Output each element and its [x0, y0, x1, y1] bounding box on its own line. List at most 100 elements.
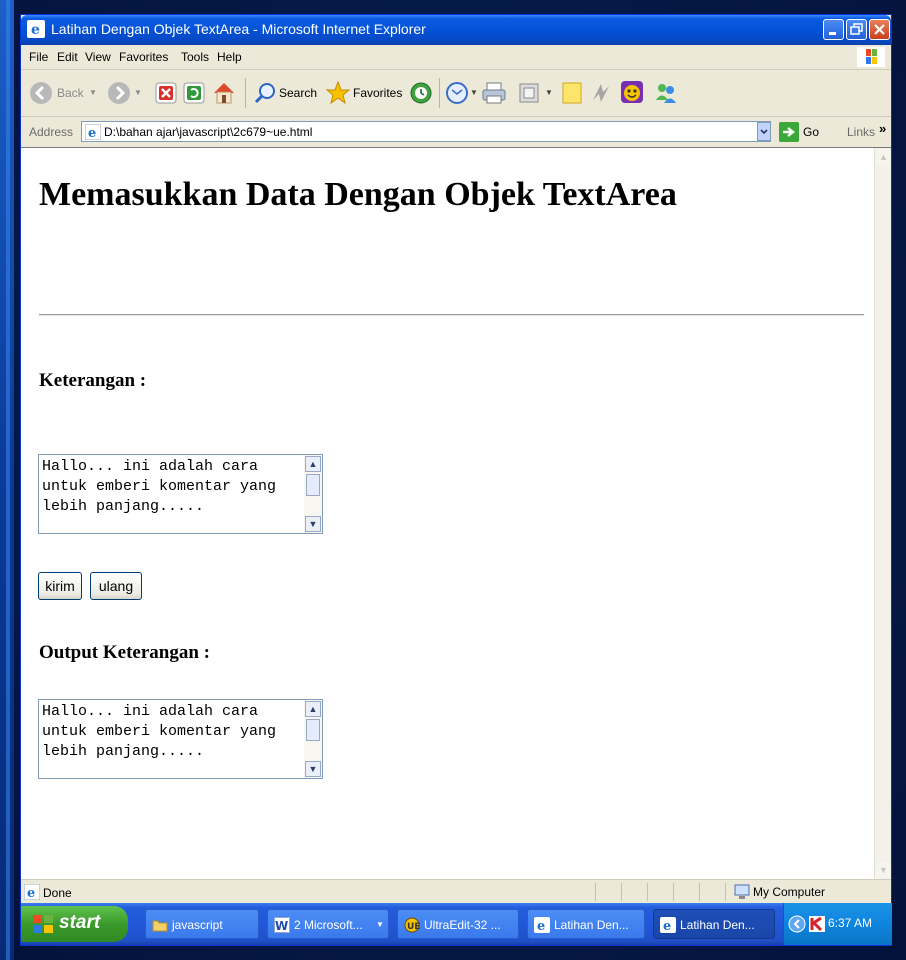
print-icon[interactable] [481, 81, 507, 105]
windows-logo-icon [857, 47, 885, 67]
kirim-button[interactable]: kirim [38, 572, 82, 600]
refresh-icon[interactable] [183, 82, 205, 104]
ie-status-icon: e [24, 884, 40, 900]
messenger-icon[interactable] [619, 79, 645, 105]
address-dropdown-button[interactable] [757, 122, 771, 141]
keterangan-textarea[interactable]: Hallo... ini adalah cara untuk emberi ko… [38, 454, 323, 534]
window-title: Latihan Dengan Objek TextArea - Microsof… [51, 21, 426, 37]
discuss-icon[interactable] [561, 81, 583, 105]
forward-dropdown-icon[interactable]: ▼ [134, 88, 142, 97]
address-label: Address [29, 125, 74, 139]
menu-file[interactable]: File [29, 50, 48, 64]
task-label: Latihan Den... [554, 918, 629, 932]
task-label: 2 Microsoft... [294, 918, 363, 932]
menu-help[interactable]: Help [217, 50, 242, 64]
task-ultraedit[interactable]: UE UltraEdit-32 ... [397, 909, 519, 939]
task-group-chevron-icon[interactable]: ▼ [376, 920, 384, 929]
go-arrow-icon[interactable] [779, 122, 799, 142]
menu-favorites[interactable]: Favorites [119, 50, 168, 64]
output-textarea-scrollbar[interactable]: ▲ ▼ [304, 700, 322, 778]
status-divider [699, 883, 700, 901]
menu-view[interactable]: View [85, 50, 111, 64]
back-dropdown-icon[interactable]: ▼ [89, 88, 97, 97]
edit-icon[interactable] [519, 83, 539, 103]
output-keterangan-label: Output Keterangan : [39, 642, 210, 663]
maximize-button[interactable] [846, 19, 867, 40]
home-icon[interactable] [211, 80, 237, 106]
toolbar-separator [245, 78, 246, 108]
chevron-down-icon [760, 129, 768, 135]
close-button[interactable] [869, 19, 890, 40]
taskbar: start javascript W 2 Microsoft... ▼ UE U… [21, 903, 892, 945]
ie-icon: e [660, 917, 676, 933]
tray-expand-icon[interactable] [788, 915, 806, 933]
browser-window: e Latihan Dengan Objek TextArea - Micros… [20, 14, 892, 946]
address-bar: Address e D:\bahan ajar\javascript\2c679… [21, 117, 891, 148]
svg-text:e: e [88, 126, 96, 140]
output-textarea[interactable]: Hallo... ini adalah cara untuk emberi ko… [38, 699, 323, 779]
history-icon[interactable] [409, 81, 433, 105]
favorites-button[interactable]: Favorites [325, 79, 405, 107]
status-divider [621, 883, 622, 901]
kaspersky-icon[interactable] [809, 916, 825, 932]
task-microsoft-word[interactable]: W 2 Microsoft... ▼ [267, 909, 389, 939]
output-text: Hallo... ini adalah cara untuk emberi ko… [42, 703, 277, 760]
msn-buddies-icon[interactable] [653, 80, 679, 106]
go-button-label[interactable]: Go [803, 125, 819, 139]
forward-arrow-icon[interactable] [107, 81, 131, 105]
title-bar[interactable]: e Latihan Dengan Objek TextArea - Micros… [21, 15, 891, 45]
mail-icon[interactable] [445, 81, 469, 105]
address-url: D:\bahan ajar\javascript\2c679~ue.html [104, 125, 313, 139]
research-icon[interactable] [589, 80, 613, 106]
keterangan-label: Keterangan : [39, 370, 147, 391]
ie-icon: e [27, 20, 45, 38]
svg-text:e: e [31, 22, 40, 38]
scroll-thumb[interactable] [306, 719, 320, 741]
svg-text:e: e [537, 919, 545, 933]
links-chevron-icon[interactable]: » [879, 121, 886, 136]
keterangan-text: Hallo... ini adalah cara untuk emberi ko… [42, 458, 277, 515]
start-button[interactable]: start [21, 906, 128, 942]
stop-icon[interactable] [155, 82, 177, 104]
clock: 6:37 AM [828, 916, 873, 930]
scroll-up-icon[interactable]: ▲ [305, 701, 321, 717]
search-icon [254, 83, 275, 104]
task-latihan-2-active[interactable]: e Latihan Den... [653, 909, 775, 939]
back-arrow-icon [30, 82, 52, 104]
back-button[interactable]: Back [29, 80, 85, 106]
horizontal-rule [39, 314, 864, 316]
folder-icon [152, 920, 168, 932]
address-input[interactable]: e D:\bahan ajar\javascript\2c679~ue.html [81, 121, 771, 142]
search-label: Search [279, 86, 318, 100]
status-divider [725, 883, 726, 901]
task-label: UltraEdit-32 ... [424, 918, 501, 932]
start-label: start [59, 912, 101, 933]
page-scrollbar[interactable]: ▲ ▼ [874, 148, 891, 879]
scroll-down-icon[interactable]: ▼ [305, 516, 321, 532]
scroll-up-icon[interactable]: ▲ [305, 456, 321, 472]
close-icon [874, 24, 885, 35]
status-divider [673, 883, 674, 901]
search-button[interactable]: Search [253, 80, 319, 106]
task-latihan-1[interactable]: e Latihan Den... [527, 909, 645, 939]
ultraedit-icon: UE [404, 917, 420, 933]
scroll-thumb[interactable] [306, 474, 320, 496]
page-scroll-down-icon[interactable]: ▼ [876, 862, 891, 878]
textarea-scrollbar[interactable]: ▲ ▼ [304, 455, 322, 533]
edit-dropdown-icon[interactable]: ▼ [545, 88, 553, 97]
task-label: javascript [172, 918, 223, 932]
maximize-icon [850, 23, 863, 35]
mail-dropdown-icon[interactable]: ▼ [470, 88, 478, 97]
minimize-button[interactable] [823, 19, 844, 40]
links-label[interactable]: Links [847, 125, 875, 139]
ie-page-icon: e [85, 124, 101, 140]
page-scroll-up-icon[interactable]: ▲ [876, 149, 891, 165]
menu-edit[interactable]: Edit [57, 50, 78, 64]
svg-text:UE: UE [407, 922, 420, 932]
task-javascript[interactable]: javascript [145, 909, 259, 939]
status-divider [595, 883, 596, 901]
ulang-button[interactable]: ulang [90, 572, 142, 600]
favorites-star-icon [325, 80, 351, 105]
menu-tools[interactable]: Tools [181, 50, 209, 64]
scroll-down-icon[interactable]: ▼ [305, 761, 321, 777]
